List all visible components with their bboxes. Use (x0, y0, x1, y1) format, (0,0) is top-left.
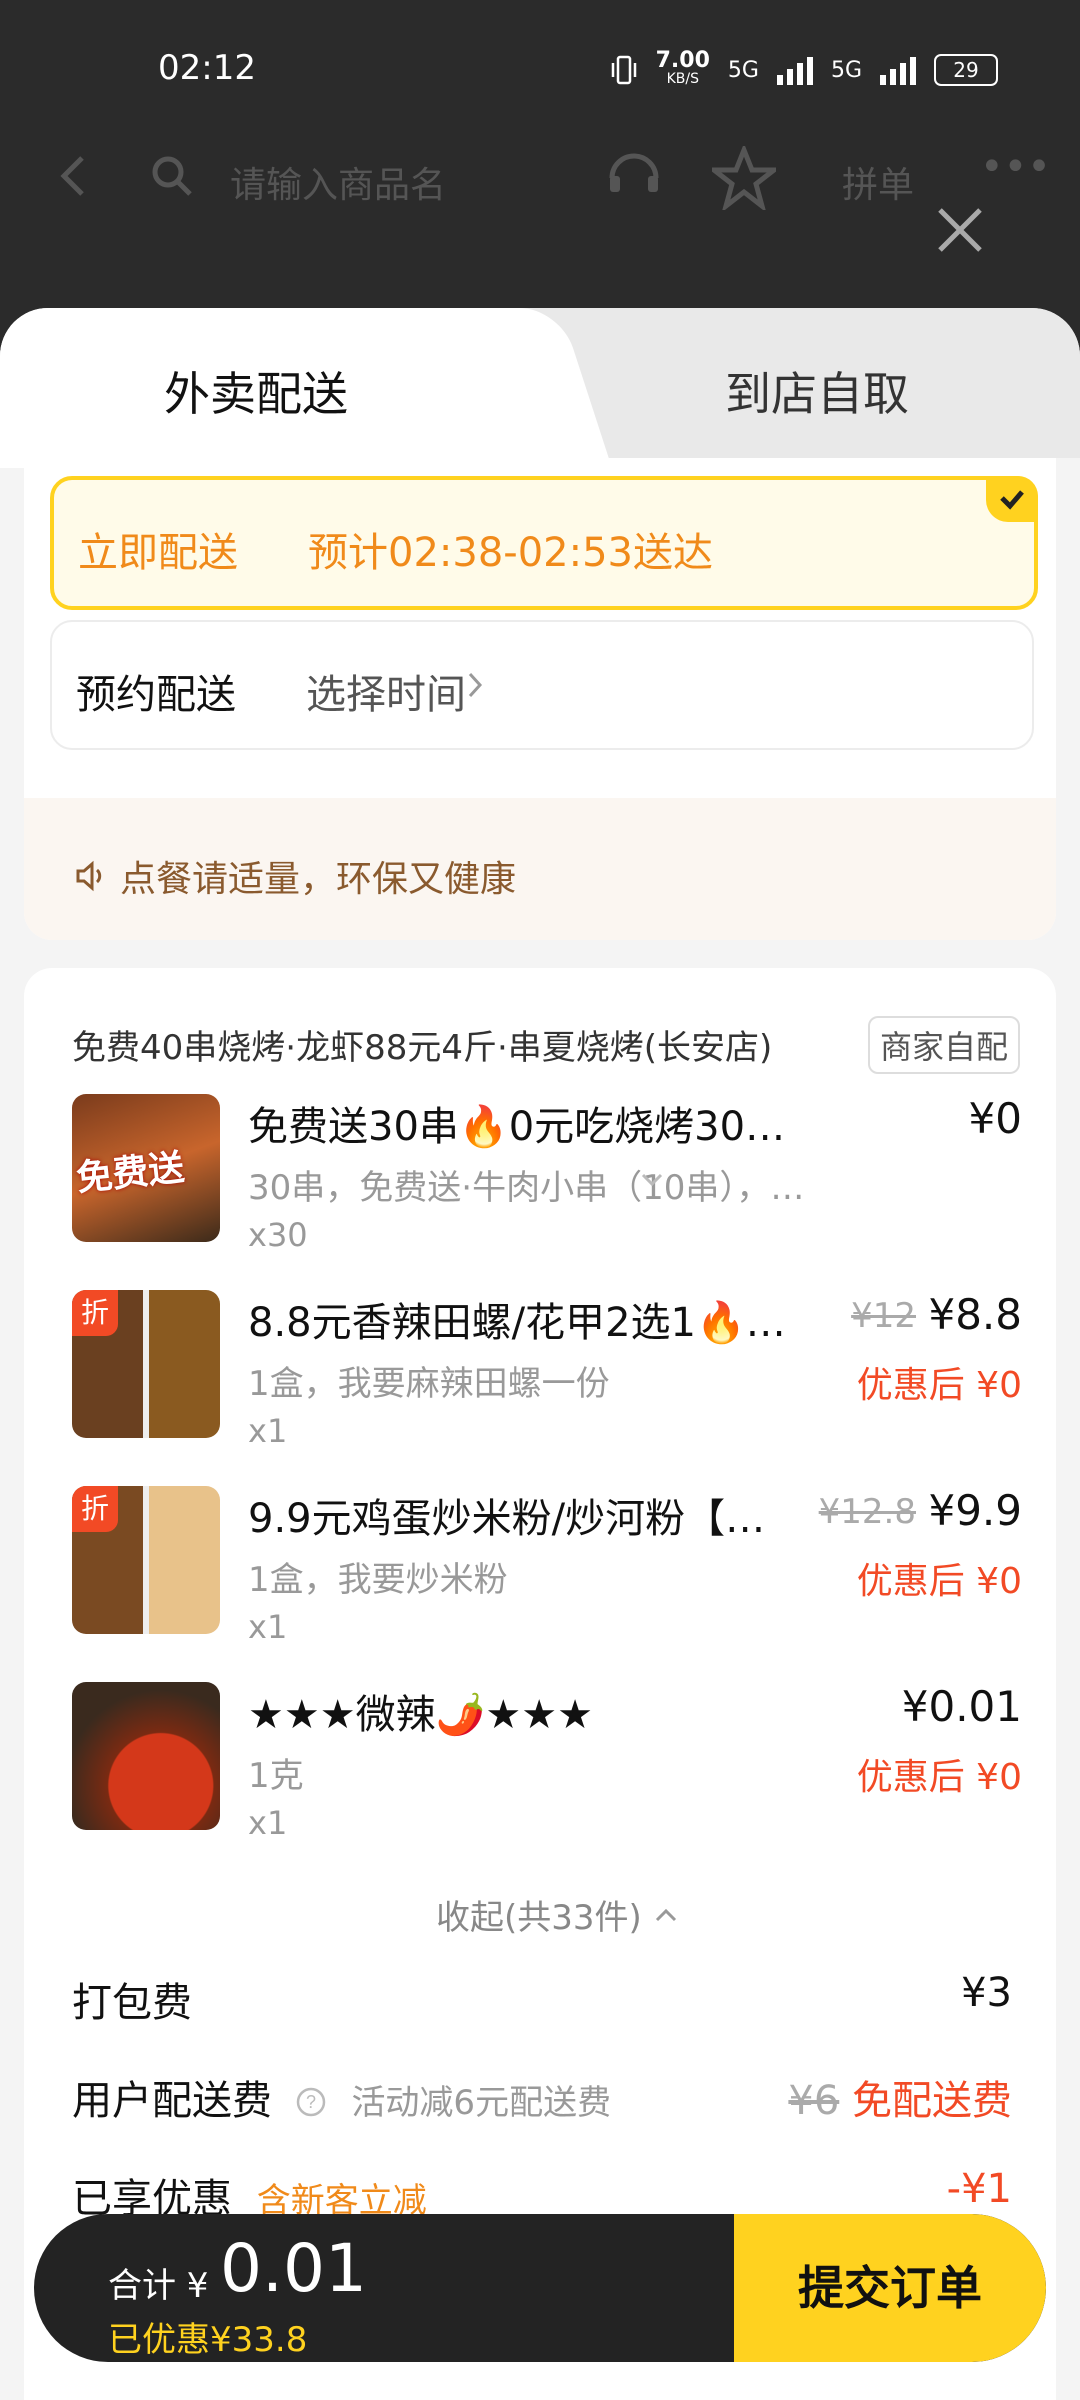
chevron-down-icon[interactable] (640, 1172, 664, 1188)
help-icon[interactable]: ? (295, 2086, 327, 2118)
item-quantity: x30 (248, 1216, 308, 1254)
network-speed: 7.00 KB/S (655, 48, 710, 88)
item-spec: 1盒，我要麻辣田螺一份 (248, 1364, 610, 1404)
item-spec: 1克 (248, 1756, 304, 1796)
delivery-fee-row: 用户配送费 ? 活动减6元配送费 ¥6 免配送费 (72, 2068, 1012, 2126)
order-item[interactable]: 免费送 免费送30串🔥0元吃烧烤30串🔥… 30串，免费送·牛肉小串（10串），… (72, 1094, 1022, 1254)
discount-badge: 折 (72, 1290, 118, 1336)
item-thumbnail: 折 (72, 1486, 220, 1634)
background-nav: 请输入商品名 拼单 ••• (0, 140, 1080, 290)
option-immediate-delivery[interactable]: 立即配送 预计02:38-02:53送达 (50, 476, 1038, 610)
item-quantity: x1 (248, 1608, 288, 1646)
item-quantity: x1 (248, 1412, 288, 1450)
signal-icon (776, 55, 813, 85)
checkout-bar: 合计 ¥ 0.01 已优惠¥33.8 提交订单 (34, 2214, 1046, 2362)
signal-icon-2 (880, 55, 916, 85)
item-thumbnail: 免费送 (72, 1094, 220, 1242)
collapse-label: 收起(共33件) (436, 1898, 642, 1938)
back-icon (60, 156, 84, 196)
packing-fee-row: 打包费 ¥3 (72, 1970, 1012, 2028)
tab-delivery[interactable]: 外卖配送 (164, 358, 348, 424)
delivery-fee-label: 用户配送费 (72, 2078, 272, 2124)
total-amount: 0.01 (220, 2230, 367, 2307)
tip-area: 点餐请适量，环保又健康 (24, 798, 1056, 940)
item-quantity: x1 (248, 1804, 288, 1842)
item-discounted-price: 优惠后 ¥0 (856, 1757, 1022, 1798)
tip-text-row: 点餐请适量，环保又健康 (74, 850, 516, 902)
background-search-placeholder: 请输入商品名 (230, 165, 447, 206)
delivery-fee-value-group: ¥6 免配送费 (788, 2068, 1012, 2126)
delivery-fee-original: ¥6 (788, 2078, 840, 2124)
item-thumbnail: 折 (72, 1290, 220, 1438)
item-price: ¥9.9 (928, 1486, 1022, 1535)
chevron-right-icon (468, 672, 483, 698)
status-bar: 02:12 7.00 KB/S 5G 5G 29 (0, 0, 1080, 140)
item-price: ¥8.8 (928, 1290, 1022, 1339)
shop-delivery-badge: 商家自配 (867, 1016, 1020, 1074)
packing-fee-label: 打包费 (72, 1980, 192, 2026)
item-price: ¥0 (968, 1094, 1022, 1143)
favorite-star-icon (712, 146, 776, 210)
option-label: 预约配送 (76, 672, 236, 718)
item-original-price: ¥12 (851, 1296, 916, 1336)
battery-icon: 29 (934, 54, 998, 86)
discount-value: -¥1 (946, 2166, 1012, 2212)
tip-text: 点餐请适量，环保又健康 (120, 859, 517, 900)
chevron-up-icon (655, 1908, 676, 1921)
status-time: 02:12 (158, 48, 256, 88)
option-scheduled-delivery[interactable]: 预约配送 选择时间 (50, 620, 1034, 750)
option-time-picker[interactable]: 选择时间 (306, 662, 466, 720)
order-sheet: 外卖配送 到店自取 立即配送 预计02:38-02:53送达 预约配送 选择时间… (0, 308, 1080, 2400)
total-label: 合计 ¥ (108, 2266, 209, 2306)
delivery-fee-value: 免配送费 (852, 2078, 1012, 2124)
network-5g-label: 5G (727, 57, 759, 83)
delivery-time-card: 立即配送 预计02:38-02:53送达 预约配送 选择时间 点餐请适量，环保又… (24, 458, 1056, 940)
order-item[interactable]: ★★★微辣🌶️★★★ 1克 x1 ¥0.01 优惠后 ¥0 (72, 1682, 1022, 1842)
packing-fee-value: ¥3 (961, 1970, 1012, 2016)
selected-check-icon (986, 476, 1038, 522)
item-name: ★★★微辣🌶️★★★ (248, 1692, 593, 1738)
order-item[interactable]: 折 8.8元香辣田螺/花甲2选1🔥… 1盒，我要麻辣田螺一份 x1 ¥12 ¥8… (72, 1290, 1022, 1450)
item-discounted-price: 优惠后 ¥0 (856, 1365, 1022, 1406)
item-price: ¥0.01 (901, 1682, 1022, 1731)
item-name: 免费送30串🔥0元吃烧烤30串🔥… (248, 1104, 808, 1150)
status-icons: 7.00 KB/S 5G 5G 29 (610, 48, 998, 88)
customer-service-icon (609, 153, 659, 192)
item-name: 8.8元香辣田螺/花甲2选1🔥… (248, 1300, 786, 1346)
more-icon: ••• (980, 144, 1051, 190)
item-spec: 1盒，我要炒米粉 (248, 1560, 508, 1600)
submit-order-button[interactable]: 提交订单 (734, 2214, 1046, 2362)
speaker-icon (76, 860, 102, 892)
svg-text:?: ? (306, 2092, 316, 2112)
option-label: 立即配送 (78, 530, 238, 576)
vibrate-icon (611, 55, 636, 85)
background-group-order-label: 拼单 (842, 165, 915, 206)
item-thumbnail (72, 1682, 220, 1830)
item-name: 9.9元鸡蛋炒米粉/炒河粉【… (248, 1496, 766, 1542)
tab-pickup[interactable]: 到店自取 (725, 358, 909, 424)
shop-name[interactable]: 免费40串烧烤·龙虾88元4斤·串夏烧烤(长安店) (72, 1020, 772, 1069)
saved-amount: 已优惠¥33.8 (108, 2320, 308, 2360)
close-icon[interactable] (930, 200, 990, 260)
order-card: 免费40串烧烤·龙虾88元4斤·串夏烧烤(长安店) 商家自配 免费送 免费送30… (24, 968, 1056, 2400)
item-spec: 30串，免费送·牛肉小串（10串），… (248, 1168, 805, 1208)
network-5g-label-2: 5G (830, 57, 862, 83)
option-eta: 预计02:38-02:53送达 (308, 530, 713, 576)
item-discounted-price: 优惠后 ¥0 (856, 1561, 1022, 1602)
order-item[interactable]: 折 9.9元鸡蛋炒米粉/炒河粉【… 1盒，我要炒米粉 x1 ¥12.8 ¥9.9… (72, 1486, 1022, 1646)
item-original-price: ¥12.8 (818, 1492, 916, 1532)
collapse-items-toggle[interactable]: 收起(共33件) (436, 1890, 678, 1939)
discount-badge: 折 (72, 1486, 118, 1532)
delivery-fee-hint: 活动减6元配送费 (351, 2083, 612, 2123)
thumbnail-text: 免费送 (74, 1147, 187, 1200)
search-icon (152, 156, 192, 196)
